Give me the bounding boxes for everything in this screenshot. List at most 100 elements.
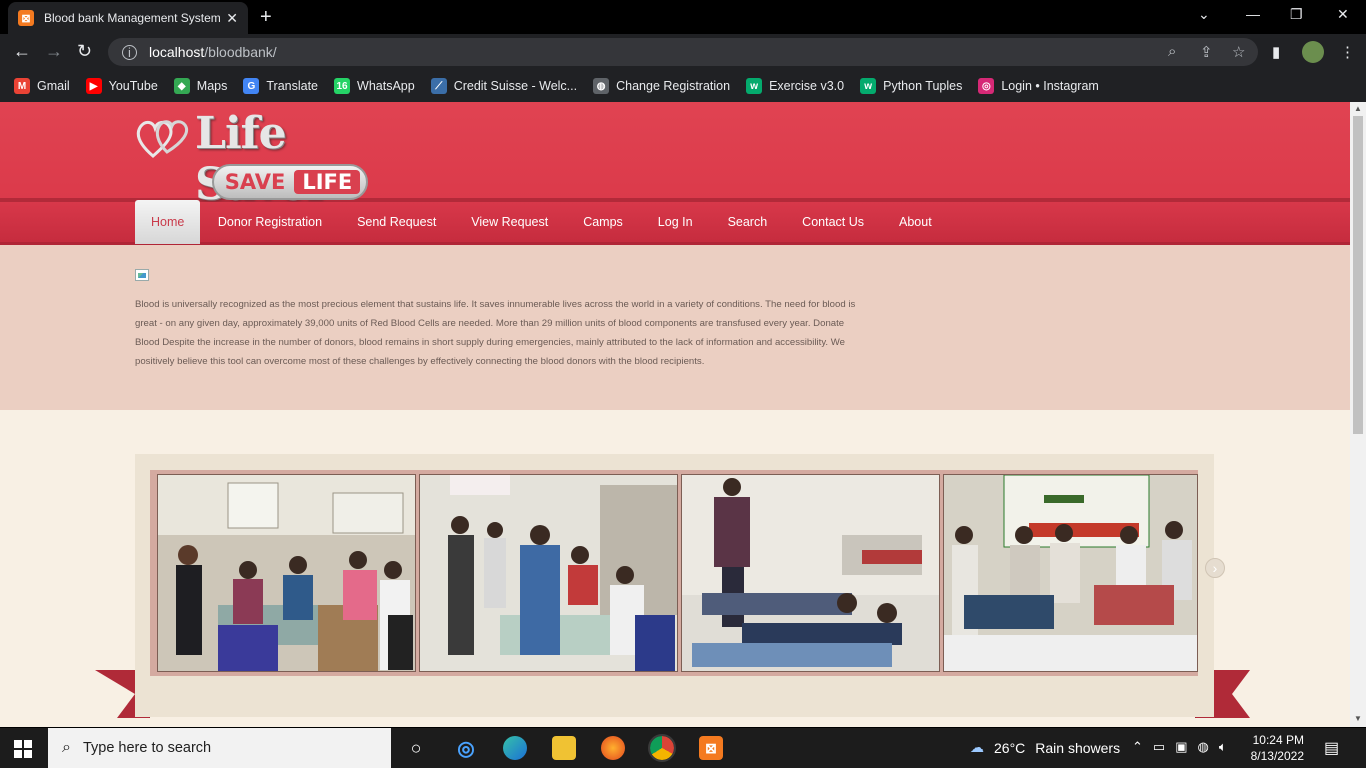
scroll-down-icon[interactable]: ▼ <box>1354 714 1362 723</box>
w3schools-icon: w <box>746 78 763 94</box>
scrollbar-thumb[interactable] <box>1353 116 1363 434</box>
notifications-icon[interactable]: ▤ <box>1324 738 1339 758</box>
zoom-icon[interactable]: ⌕ <box>1168 43 1176 60</box>
minimize-icon[interactable]: — <box>1246 6 1260 22</box>
slider-photo[interactable] <box>419 474 678 672</box>
weather-rain-icon: ☁ <box>970 739 984 755</box>
bookmark-item[interactable]: ◎ Login • Instagram <box>978 78 1099 94</box>
credit-suisse-icon: ⟋ <box>430 78 447 94</box>
nav-item-send-request[interactable]: Send Request <box>340 200 454 244</box>
gmail-icon: M <box>14 78 30 94</box>
browser-tab[interactable]: ⊠ Blood bank Management System ✕ <box>8 2 248 34</box>
bookmark-item[interactable]: w Python Tuples <box>860 78 962 94</box>
bookmark-label: Login • Instagram <box>1001 79 1099 93</box>
broken-image-icon <box>135 269 149 281</box>
nav-item-donor-registration[interactable]: Donor Registration <box>200 200 339 244</box>
bookmark-label: YouTube <box>108 79 158 93</box>
cortana-icon[interactable]: ○ <box>404 736 428 760</box>
logo-save: SAVE <box>224 170 286 194</box>
nav-item-contact-us[interactable]: Contact Us <box>785 200 882 244</box>
info-icon[interactable]: i <box>122 44 137 60</box>
bookmark-item[interactable]: 16 WhatsApp <box>334 78 415 94</box>
bookmark-item[interactable]: ◆ Maps <box>173 78 228 94</box>
nav-item-home[interactable]: Home <box>135 200 201 244</box>
volume-icon[interactable]: 🔈︎ <box>1219 739 1227 755</box>
nav-item-about[interactable]: About <box>882 200 950 244</box>
device-icon[interactable]: ▣ <box>1175 739 1187 755</box>
weather-desc: Rain showers <box>1035 739 1121 756</box>
file-explorer-icon[interactable] <box>552 736 576 760</box>
bookmark-label: Maps <box>196 79 228 93</box>
bookmarks-bar: M Gmail ▶ YouTube ◆ Maps G Translate 16 WhatsApp ⟋… <box>0 70 1366 102</box>
profile-avatar[interactable] <box>1302 41 1324 63</box>
battery-icon[interactable]: ▭ <box>1153 739 1165 755</box>
logo-life: LIFE <box>294 170 361 194</box>
clock[interactable]: 10:24 PM 8/13/2022 <box>1244 732 1304 764</box>
new-tab-icon[interactable]: + <box>260 6 272 29</box>
maps-icon: ◆ <box>173 78 190 94</box>
edge-icon[interactable] <box>503 736 527 760</box>
bookmark-label: Change Registration <box>616 79 731 93</box>
windows-start-icon[interactable] <box>14 740 32 758</box>
slider-photo[interactable] <box>943 474 1198 672</box>
browser-toolbar: ← → ↻ i localhost/bloodbank/ ⌕ ⇪ ☆ ▮ ⋮ <box>0 34 1366 70</box>
whatsapp-icon: 16 <box>334 78 351 94</box>
bookmark-item[interactable]: ◍ Change Registration <box>593 78 730 94</box>
window-close-icon[interactable]: ✕ <box>1337 6 1349 23</box>
url-host: localhost <box>149 44 205 60</box>
nav-item-view-request[interactable]: View Request <box>454 200 566 244</box>
page-viewport: Life Saver SAVE LIFE HomeDonor Registrat… <box>0 102 1350 727</box>
tab-search-icon[interactable]: ⌄ <box>1198 6 1210 23</box>
xampp-taskbar-icon[interactable]: ⊠ <box>699 736 723 760</box>
restore-icon[interactable]: ❐ <box>1290 6 1303 23</box>
back-icon[interactable]: ← <box>13 41 31 62</box>
slider-photo[interactable] <box>681 474 940 672</box>
hearts-icon <box>136 120 189 158</box>
slider-next-button[interactable]: › <box>1205 558 1225 578</box>
globe-icon: ◍ <box>593 78 610 94</box>
clock-date: 8/13/2022 <box>1250 749 1304 763</box>
weather-widget[interactable]: ☁ 26°C Rain showers <box>970 739 1120 756</box>
bookmark-item[interactable]: G Translate <box>243 78 318 94</box>
slider-photo[interactable] <box>157 474 416 672</box>
share-icon[interactable]: ⇪ <box>1200 43 1213 61</box>
nav-item-search[interactable]: Search <box>710 200 785 244</box>
nav-item-log-in[interactable]: Log In <box>640 200 710 244</box>
search-icon: ⌕ <box>62 739 71 756</box>
scroll-up-icon[interactable]: ▲ <box>1354 104 1362 113</box>
intro-section: Blood is universally recognized as the m… <box>0 245 1350 410</box>
nav-item-camps[interactable]: Camps <box>566 200 641 244</box>
reload-icon[interactable]: ↻ <box>77 41 92 62</box>
chrome-icon[interactable] <box>648 734 676 762</box>
main-nav: Home Donor Registration Send Request View R… <box>0 200 1350 245</box>
bookmark-item[interactable]: ▶ YouTube <box>85 78 158 94</box>
weather-temp: 26°C <box>994 739 1026 756</box>
bookmark-label: Python Tuples <box>883 79 963 93</box>
page-scrollbar[interactable]: ▲ ▼ <box>1350 102 1366 727</box>
site-logo[interactable]: Life Saver SAVE LIFE <box>135 106 380 210</box>
taskbar-search-placeholder: Type here to search <box>82 740 212 756</box>
w3schools-icon: w <box>860 78 877 94</box>
address-bar[interactable]: i localhost/bloodbank/ <box>108 38 1258 66</box>
forward-icon[interactable]: → <box>45 41 63 62</box>
bookmark-label: Credit Suisse - Welc... <box>453 79 578 93</box>
clock-time: 10:24 PM <box>1252 733 1304 747</box>
bookmark-star-icon[interactable]: ☆ <box>1232 43 1245 61</box>
bookmark-item[interactable]: M Gmail <box>14 78 70 94</box>
nav-list: Home Donor Registration Send Request View R… <box>135 200 949 244</box>
tab-title: Blood bank Management System <box>44 11 221 25</box>
youtube-icon: ▶ <box>85 78 102 94</box>
side-panel-icon[interactable]: ▮ <box>1272 43 1280 61</box>
bookmark-item[interactable]: ⟋ Credit Suisse - Welc... <box>430 78 578 94</box>
firefox-icon[interactable] <box>601 736 625 760</box>
url-path: /bloodbank/ <box>204 44 277 60</box>
chevron-up-icon[interactable]: ⌃ <box>1132 739 1143 755</box>
bookmark-item[interactable]: w Exercise v3.0 <box>746 78 844 94</box>
intro-text: Blood is universally recognized as the m… <box>135 299 856 367</box>
taskbar-search-input[interactable]: ⌕ Type here to search <box>48 728 391 768</box>
network-icon[interactable]: ◍ <box>1198 739 1209 755</box>
camp-photo-slider: › <box>135 454 1225 717</box>
task-view-icon[interactable]: ◎ <box>454 736 478 760</box>
menu-icon[interactable]: ⋮ <box>1340 43 1355 61</box>
close-icon[interactable]: ✕ <box>226 10 238 27</box>
